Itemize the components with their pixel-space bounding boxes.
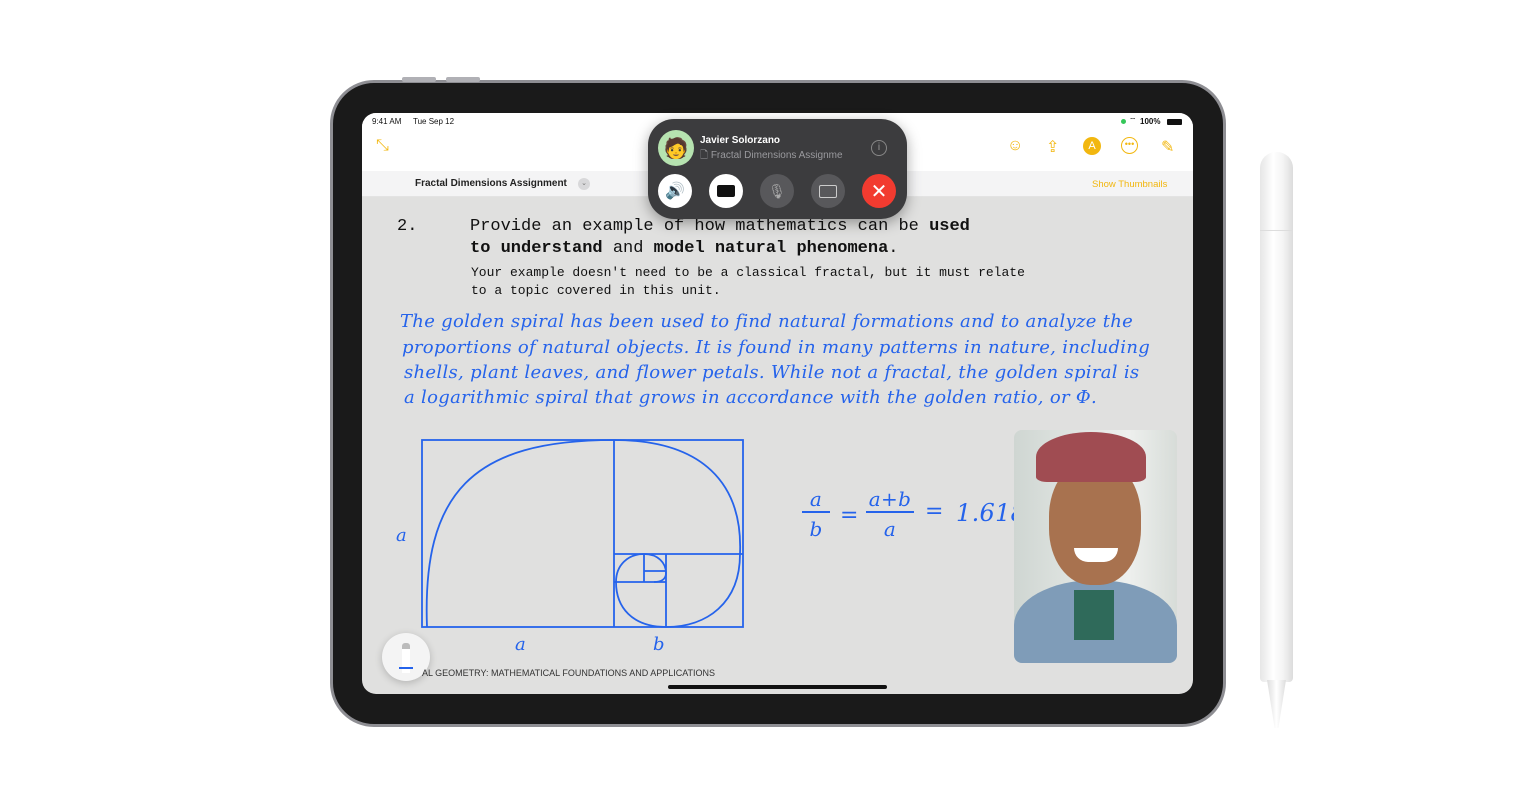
eq-equals: = <box>840 503 859 528</box>
apple-pencil <box>1260 152 1293 728</box>
label-a-bottom: a <box>515 634 527 655</box>
document-footer: AL GEOMETRY: MATHEMATICAL FOUNDATIONS AN… <box>422 668 716 678</box>
end-call-button[interactable]: ✕ <box>862 174 896 208</box>
shared-document: 🗋 Fractal Dimensions Assignme <box>700 150 843 161</box>
eq-numerator: a <box>802 487 830 513</box>
camera-button[interactable] <box>709 174 743 208</box>
eq-numerator: a+b <box>866 487 914 513</box>
volume-button <box>402 77 436 82</box>
video-camera-icon <box>717 185 735 197</box>
eq-equals: = <box>925 499 944 524</box>
facetime-controls: 🧑 Javier Solorzano 🗋 Fractal Dimensions … <box>648 119 907 219</box>
eq-denominator: a <box>883 517 897 541</box>
pen-color-indicator <box>399 667 413 669</box>
mute-button[interactable]: 🎙 <box>760 174 794 208</box>
caller-name: Javier Solorzano <box>700 135 781 146</box>
speaker-button[interactable]: 🔊 <box>658 174 692 208</box>
share-screen-icon <box>819 184 837 198</box>
person-shirt <box>1074 590 1114 640</box>
info-icon[interactable]: i <box>871 140 887 156</box>
eq-denominator: b <box>809 517 823 541</box>
microphone-slash-icon: 🎙 <box>768 182 786 199</box>
speaker-icon: 🔊 <box>665 183 685 200</box>
share-screen-button[interactable] <box>811 174 845 208</box>
volume-button <box>446 77 480 82</box>
close-icon: ✕ <box>870 180 888 203</box>
shared-document-name: Fractal Dimensions Assignme <box>710 150 843 161</box>
caller-avatar: 🧑 <box>658 130 694 166</box>
spiral-curve <box>425 439 741 628</box>
pencil-tip <box>1267 680 1286 728</box>
person-cap <box>1036 432 1146 482</box>
home-indicator[interactable] <box>668 685 887 689</box>
facetime-video-tile[interactable] <box>1014 430 1177 663</box>
label-a-side: a <box>396 525 408 546</box>
label-b-bottom: b <box>653 634 665 655</box>
golden-rectangle <box>421 439 744 628</box>
